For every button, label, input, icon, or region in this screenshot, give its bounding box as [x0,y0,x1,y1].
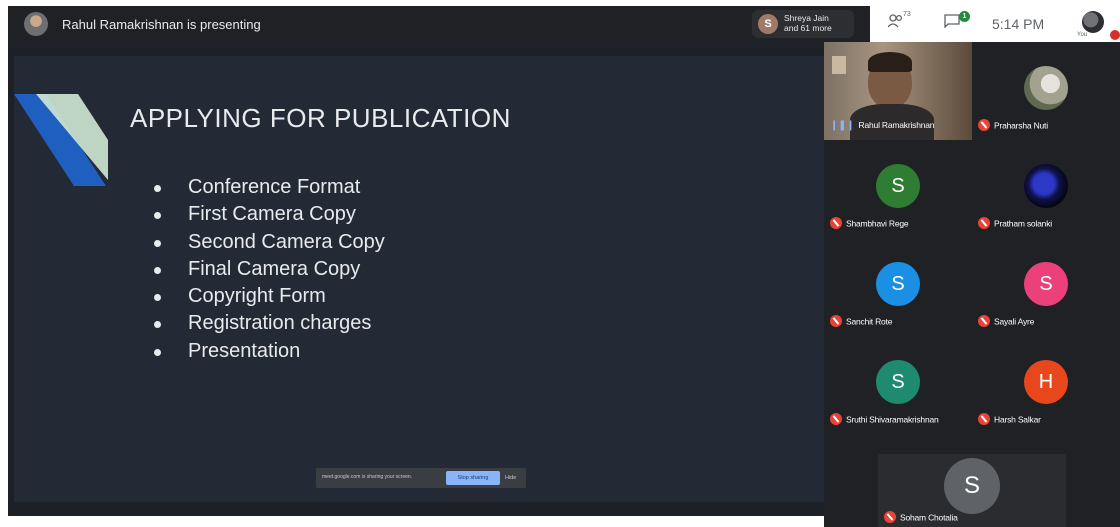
mic-off-icon [830,315,842,327]
participant-tile[interactable]: H Harsh Salkar [972,336,1120,434]
shared-screen: APPLYING FOR PUBLICATION Conference Form… [8,42,824,516]
meeting-controls: 73 1 5:14 PM You [872,6,1120,42]
avatar: S [876,360,920,404]
mic-off-icon [978,119,990,131]
participant-tile[interactable]: Pratham solanki [972,140,1120,238]
avatar: S [876,164,920,208]
presentation-slide: APPLYING FOR PUBLICATION Conference Form… [14,56,824,502]
avatar: S [1024,262,1068,306]
participant-name: Sayali Ayre [978,315,1034,328]
participant-name: Sruthi Shivaramakrishnan [830,413,939,426]
participant-name: Praharsha Nuti [978,119,1048,132]
mic-off-icon [978,315,990,327]
hide-button[interactable]: Hide [505,471,516,485]
share-status-text: meet.google.com is sharing your screen. [322,474,413,480]
viewer-avatar: S [758,14,778,34]
slide-title: APPLYING FOR PUBLICATION [130,103,511,133]
participant-tile[interactable]: Praharsha Nuti [972,42,1120,140]
chat-badge: 1 [959,11,970,22]
mic-off-icon [978,217,990,229]
participant-tile[interactable]: S Sruthi Shivaramakrishnan [824,336,972,434]
bullet-list: Conference Format First Camera Copy Seco… [154,174,385,365]
participant-grid: ❙❚❙ Rahul Ramakrishnan Praharsha Nuti S S… [824,42,1120,527]
bullet-item: Second Camera Copy [154,229,385,256]
bullet-item: Presentation [154,338,385,365]
bullet-item: Registration charges [154,310,385,337]
participant-name: Sanchit Rote [830,315,892,328]
self-alert-badge [1110,30,1120,40]
bullet-item: Conference Format [154,174,385,201]
avatar [1024,164,1068,208]
mic-off-icon [830,413,842,425]
avatar: S [944,458,1000,514]
participant-name: ❙❚❙ Rahul Ramakrishnan [830,120,935,132]
participant-tile[interactable]: S Sanchit Rote [824,238,972,336]
participant-name: Shambhavi Rege [830,217,909,230]
viewer-summary: Shreya Jain and 61 more [784,13,832,33]
screen-share-bar: meet.google.com is sharing your screen. … [316,468,526,488]
speaking-icon: ❙❚❙ [830,120,855,132]
mic-off-icon [830,217,842,229]
participant-name: Harsh Salkar [978,413,1041,426]
bullet-item: Final Camera Copy [154,256,385,283]
presenting-bar: Rahul Ramakrishnan is presenting S Shrey… [8,6,870,42]
slide-decoration [14,94,108,186]
participant-tile[interactable]: S Shambhavi Rege [824,140,972,238]
avatar: S [876,262,920,306]
mic-off-icon [884,511,896,523]
viewers-chip[interactable]: S Shreya Jain and 61 more [752,10,854,38]
avatar [1024,66,1068,110]
meet-window: Rahul Ramakrishnan is presenting S Shrey… [0,0,1120,527]
participant-tile[interactable]: S Sayali Ayre [972,238,1120,336]
bullet-item: First Camera Copy [154,201,385,228]
clock: 5:14 PM [992,16,1045,32]
avatar: H [1024,360,1068,404]
participant-tile[interactable]: S Soham Chotalia [878,454,1066,527]
presenter-avatar [24,12,48,36]
mic-off-icon [978,413,990,425]
self-label: You [1077,32,1088,38]
people-icon[interactable] [887,14,904,31]
participant-name: Pratham solanki [978,217,1052,230]
self-avatar[interactable] [1082,11,1104,33]
stop-sharing-button[interactable]: Stop sharing [446,471,500,485]
chat-icon[interactable] [944,14,960,31]
bullet-item: Copyright Form [154,283,385,310]
people-count: 73 [903,11,911,18]
participant-name: Soham Chotalia [884,511,958,524]
presenting-text: Rahul Ramakrishnan is presenting [62,17,261,32]
participant-tile[interactable]: ❙❚❙ Rahul Ramakrishnan [824,42,972,140]
